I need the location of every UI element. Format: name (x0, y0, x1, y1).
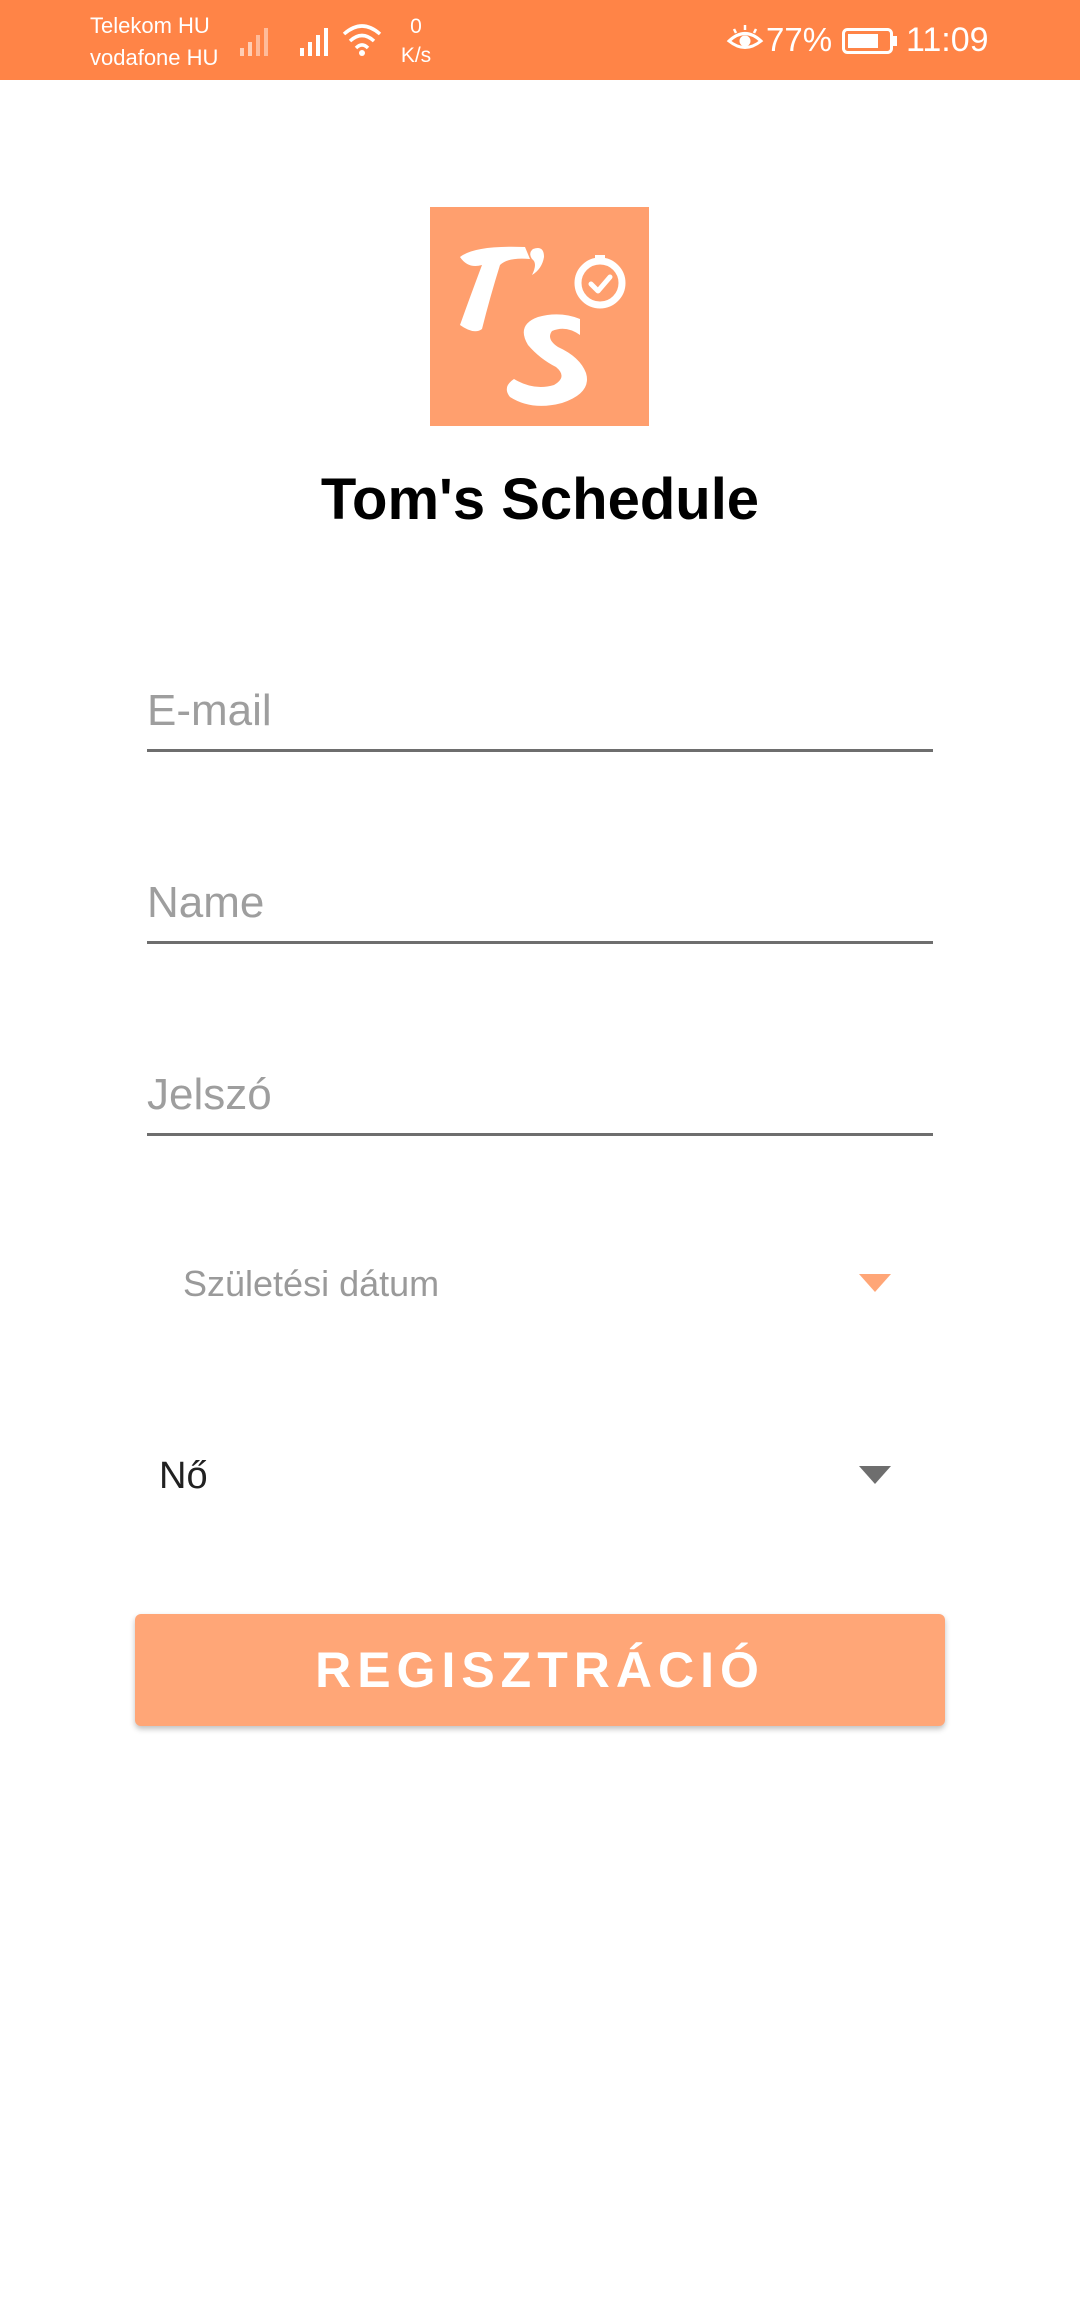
eye-icon (726, 25, 764, 49)
status-bar: Telekom HU vodafone HU 0 K/s 77% 11:09 (0, 0, 1080, 80)
wifi-icon (342, 24, 382, 56)
gender-select[interactable]: Nő (147, 1440, 933, 1512)
signal-icon (300, 28, 328, 56)
register-button[interactable]: REGISZTRÁCIÓ (135, 1614, 945, 1726)
carrier-2-label: vodafone HU (90, 45, 219, 70)
clock: 11:09 (906, 21, 989, 59)
carrier-1-label: Telekom HU (90, 13, 210, 38)
net-speed: 0 K/s (396, 12, 436, 70)
net-speed-value: 0 (410, 15, 422, 38)
name-field[interactable] (147, 864, 933, 944)
birthdate-picker[interactable]: Születési dátum (147, 1248, 933, 1320)
gender-selected-value: Nő (159, 1455, 208, 1497)
battery-percent: 77% (766, 21, 833, 58)
email-field[interactable] (147, 672, 933, 752)
battery-icon (842, 28, 897, 54)
app-title: Tom's Schedule (320, 467, 760, 532)
password-field[interactable] (147, 1056, 933, 1136)
dropdown-arrow-icon (859, 1274, 891, 1292)
net-speed-unit: K/s (400, 44, 432, 67)
birthdate-placeholder: Születési dátum (183, 1263, 440, 1304)
signal-icon (240, 28, 268, 56)
app-logo (430, 207, 649, 426)
carrier-info: Telekom HU vodafone HU (90, 10, 218, 74)
dropdown-arrow-icon (859, 1466, 891, 1484)
